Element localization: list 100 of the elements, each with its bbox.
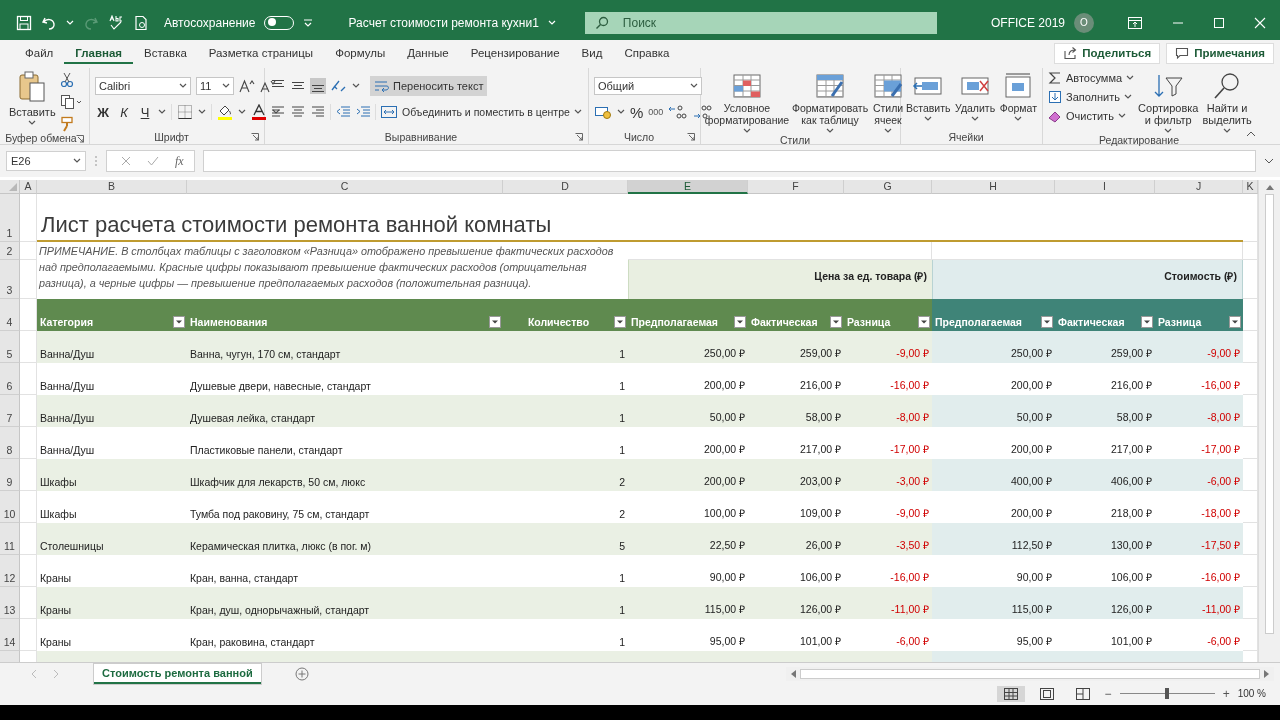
filter-dropdown-icon[interactable]	[1141, 316, 1153, 328]
caret-icon[interactable]	[238, 109, 246, 115]
row-header[interactable]: 1	[0, 194, 20, 242]
scroll-up-icon[interactable]	[1265, 184, 1274, 190]
scroll-thumb[interactable]	[1265, 194, 1274, 634]
user-avatar[interactable]: O	[1074, 12, 1094, 33]
collapse-ribbon-icon[interactable]	[1246, 130, 1256, 138]
ribbon-tab[interactable]: Разметка страницы	[197, 42, 325, 64]
italic-button[interactable]: К	[116, 104, 132, 120]
zoom-in-button[interactable]: +	[1222, 686, 1230, 701]
expand-formula-icon[interactable]	[1264, 157, 1274, 165]
zoom-out-button[interactable]: −	[1104, 686, 1112, 701]
zoom-thumb[interactable]	[1165, 688, 1170, 699]
autosum-button[interactable]: Автосумма	[1048, 70, 1135, 85]
caret-icon[interactable]	[924, 116, 933, 122]
column-header[interactable]: B	[37, 180, 187, 194]
caret-icon[interactable]	[222, 83, 230, 89]
caret-icon[interactable]	[198, 109, 206, 115]
ribbon-tab[interactable]: Рецензирование	[459, 42, 571, 64]
merge-center-button[interactable]: Объединить и поместить в центре	[380, 104, 582, 120]
caret-icon[interactable]	[743, 128, 751, 134]
document-icon[interactable]	[133, 14, 149, 31]
orientation-icon[interactable]	[330, 78, 348, 94]
scroll-right-icon[interactable]	[1264, 670, 1270, 678]
percent-button[interactable]: %	[630, 103, 644, 121]
caret-icon[interactable]	[179, 83, 187, 89]
column-header[interactable]: D	[503, 180, 628, 194]
save-icon[interactable]	[16, 14, 32, 31]
increase-decimal-icon[interactable]	[668, 104, 689, 120]
ribbon-tab[interactable]: Файл	[14, 42, 65, 64]
delete-button[interactable]: Удалить	[955, 68, 996, 122]
name-box[interactable]: E26	[6, 151, 86, 171]
caret-icon[interactable]	[1126, 74, 1135, 81]
ribbon-display-icon[interactable]	[1127, 15, 1143, 30]
ribbon-tab[interactable]: Данные	[396, 42, 460, 64]
dialog-launcher-icon[interactable]	[251, 133, 259, 141]
caret-icon[interactable]	[1223, 128, 1232, 134]
row-header[interactable]: 9	[0, 459, 20, 491]
ribbon-tab[interactable]: Справка	[613, 42, 681, 64]
caret-icon[interactable]	[272, 109, 280, 115]
caret-icon[interactable]	[28, 120, 37, 126]
font-name-field[interactable]: Calibri	[95, 77, 191, 95]
paste-button[interactable]: Вставить	[9, 68, 56, 126]
insert-function-button[interactable]: fx	[175, 153, 184, 169]
caret-icon[interactable]	[1124, 93, 1132, 100]
cut-icon[interactable]	[59, 72, 74, 88]
filter-dropdown-icon[interactable]	[1229, 316, 1241, 328]
close-icon[interactable]	[1254, 16, 1266, 29]
column-header[interactable]: A	[20, 180, 37, 194]
copy-icon[interactable]	[59, 94, 82, 110]
thousands-button[interactable]: 000	[648, 107, 664, 117]
decrease-font-icon[interactable]	[260, 79, 276, 93]
format-as-table-button[interactable]: Форматировать как таблицу	[792, 68, 868, 134]
caret-icon[interactable]	[971, 116, 980, 122]
caret-icon[interactable]	[690, 83, 698, 89]
spellcheck-icon[interactable]	[108, 14, 124, 31]
ribbon-tab[interactable]: Вставка	[133, 42, 198, 64]
add-sheet-icon[interactable]	[294, 667, 309, 681]
row-header[interactable]: 4	[0, 299, 20, 331]
row-header[interactable]: 14	[0, 619, 20, 651]
caret-icon[interactable]	[826, 128, 834, 134]
row-header[interactable]: 2	[0, 242, 20, 260]
find-select-button[interactable]: Найти и выделить	[1202, 68, 1252, 134]
caret-icon[interactable]	[158, 109, 166, 115]
dialog-launcher-icon[interactable]	[76, 135, 84, 143]
row-header[interactable]: 12	[0, 555, 20, 587]
caret-icon[interactable]	[573, 109, 582, 115]
formula-input[interactable]	[202, 150, 1256, 172]
caret-icon[interactable]	[1014, 116, 1023, 122]
share-button[interactable]: Поделиться	[1054, 42, 1161, 64]
caret-icon[interactable]	[73, 158, 81, 164]
scroll-left-icon[interactable]	[790, 670, 796, 678]
filter-dropdown-icon[interactable]	[489, 316, 501, 328]
scroll-thumb[interactable]	[800, 669, 1260, 679]
document-title[interactable]: Расчет стоимости ремонта кухни1	[348, 15, 539, 30]
borders-icon[interactable]	[177, 104, 193, 120]
row-header[interactable]: 6	[0, 363, 20, 395]
vertical-align-button[interactable]	[310, 78, 326, 94]
dialog-launcher-icon[interactable]	[575, 133, 583, 141]
clear-button[interactable]: Очистить	[1048, 108, 1135, 123]
bold-button[interactable]: Ж	[95, 104, 111, 120]
vertical-scrollbar[interactable]	[1258, 180, 1280, 662]
column-header[interactable]: K	[1243, 180, 1258, 194]
insert-button[interactable]: Вставить	[906, 68, 951, 122]
filter-dropdown-icon[interactable]	[173, 316, 185, 328]
align-left-icon[interactable]	[270, 104, 286, 120]
format-painter-icon[interactable]	[59, 116, 74, 132]
ribbon-tab[interactable]: Формулы	[324, 42, 397, 64]
row-header[interactable]: 13	[0, 587, 20, 619]
column-header[interactable]: I	[1055, 180, 1155, 194]
row-header[interactable]: 10	[0, 491, 20, 523]
row-header[interactable]: 5	[0, 331, 20, 363]
caret-icon[interactable]	[1164, 128, 1173, 134]
row-header[interactable]: 8	[0, 427, 20, 459]
wrap-text-button[interactable]: Переносить текст	[370, 76, 488, 96]
comments-button[interactable]: Примечания	[1166, 42, 1274, 64]
caret-icon[interactable]	[352, 83, 360, 89]
filter-dropdown-icon[interactable]	[830, 316, 842, 328]
filter-dropdown-icon[interactable]	[614, 316, 626, 328]
cell-styles-button[interactable]: Стили ячеек	[872, 68, 904, 134]
